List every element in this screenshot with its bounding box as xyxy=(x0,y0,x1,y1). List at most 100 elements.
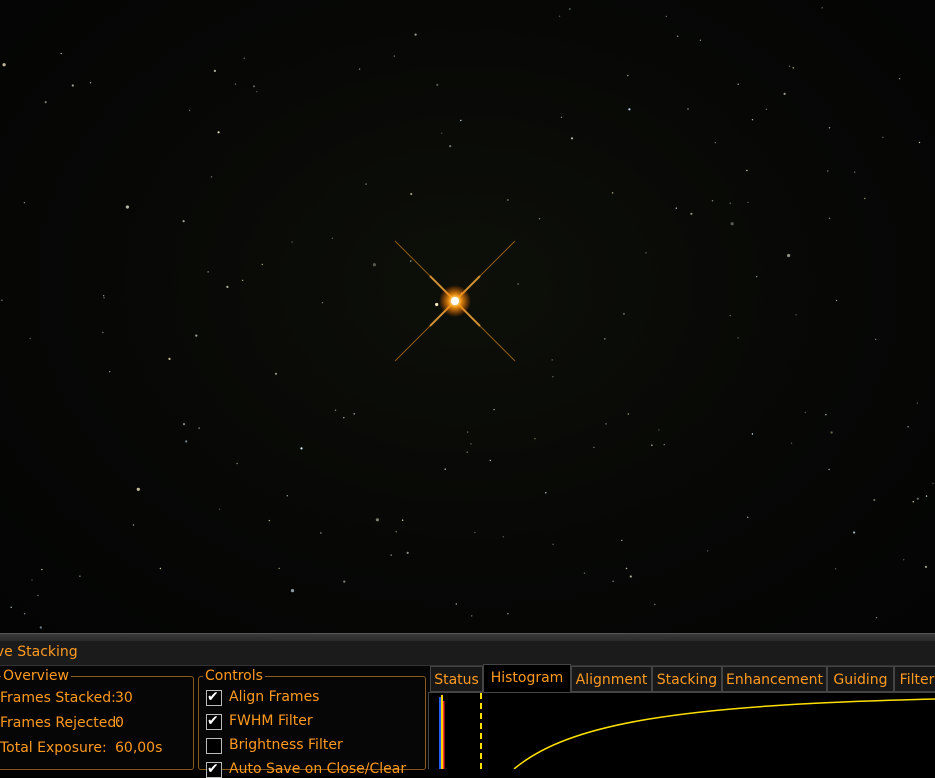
background-star xyxy=(218,508,221,510)
background-star xyxy=(410,192,413,196)
checkmark-icon: ✔ xyxy=(207,689,219,705)
background-star xyxy=(654,603,656,606)
background-star xyxy=(410,260,412,262)
total-exposure-value: 60,00s xyxy=(115,740,163,756)
background-star xyxy=(467,431,469,433)
background-star xyxy=(256,91,258,93)
tab-status[interactable]: Status xyxy=(430,666,483,692)
background-star xyxy=(593,446,595,449)
background-star xyxy=(406,551,409,555)
background-star xyxy=(243,57,245,59)
background-star xyxy=(207,271,209,273)
background-star xyxy=(213,69,216,72)
background-star xyxy=(390,554,392,556)
background-star xyxy=(502,536,504,538)
background-star xyxy=(821,7,823,9)
background-star xyxy=(132,524,135,526)
background-star xyxy=(875,616,878,619)
tab-stacking[interactable]: Stacking xyxy=(652,666,722,692)
background-star xyxy=(466,451,468,453)
background-star xyxy=(830,431,833,434)
background-star xyxy=(687,108,689,110)
background-star xyxy=(79,575,81,577)
background-star xyxy=(729,202,731,204)
fwhm-filter-label: FWHM Filter xyxy=(229,713,313,729)
brightness-filter-checkbox[interactable] xyxy=(206,738,222,754)
background-star xyxy=(358,68,361,70)
tab-alignment[interactable]: Alignment xyxy=(571,666,652,692)
background-star xyxy=(44,101,47,104)
background-star xyxy=(455,603,457,605)
background-star xyxy=(795,314,797,316)
background-star xyxy=(804,411,807,414)
background-star xyxy=(621,539,623,542)
background-star xyxy=(854,171,856,173)
background-star xyxy=(714,142,717,144)
histogram-yellow-peak xyxy=(441,695,443,769)
background-star xyxy=(558,15,561,17)
background-star xyxy=(925,495,928,497)
background-star xyxy=(39,626,42,629)
background-star xyxy=(611,192,614,194)
background-star xyxy=(834,568,837,570)
background-star xyxy=(395,531,397,533)
background-star xyxy=(159,567,162,570)
background-star xyxy=(746,169,748,172)
background-star xyxy=(268,519,271,522)
background-star xyxy=(102,331,104,334)
background-star xyxy=(538,218,541,220)
background-star xyxy=(907,426,909,428)
background-star xyxy=(534,438,536,440)
background-star xyxy=(1,299,3,301)
tab-guiding[interactable]: Guiding xyxy=(827,666,894,692)
background-star xyxy=(622,312,626,315)
background-star xyxy=(651,444,653,446)
background-star xyxy=(787,253,791,258)
background-star xyxy=(605,423,607,425)
brightness-filter-label: Brightness Filter xyxy=(229,737,343,753)
background-star xyxy=(343,580,346,583)
controls-title: Controls xyxy=(203,667,265,685)
background-star xyxy=(627,413,629,415)
background-star xyxy=(517,283,519,285)
background-star xyxy=(182,423,186,426)
background-star xyxy=(109,371,111,373)
background-star xyxy=(460,119,462,122)
background-star xyxy=(507,199,509,201)
background-star xyxy=(372,263,376,267)
fwhm-filter-checkbox[interactable]: ✔ xyxy=(206,713,222,730)
splitter-bar[interactable] xyxy=(0,633,935,641)
background-star xyxy=(274,372,278,375)
tab-filter[interactable]: Filter xyxy=(894,666,935,692)
background-star xyxy=(10,606,12,608)
background-star xyxy=(188,109,191,112)
background-star xyxy=(291,241,293,243)
stretch-curve xyxy=(513,698,935,770)
background-star xyxy=(707,550,709,552)
background-star xyxy=(375,518,379,522)
background-star xyxy=(751,433,754,435)
background-star xyxy=(182,220,185,223)
background-star xyxy=(827,170,829,172)
background-star xyxy=(23,202,26,204)
background-star xyxy=(401,519,404,521)
background-star xyxy=(365,183,367,185)
background-star xyxy=(60,52,62,55)
background-star xyxy=(185,440,188,443)
total-exposure-label: Total Exposure: xyxy=(0,740,107,756)
background-star xyxy=(436,83,439,86)
background-star xyxy=(37,594,39,597)
histogram-view[interactable] xyxy=(428,692,935,770)
histogram-red-peak xyxy=(443,701,445,769)
background-star xyxy=(690,212,693,215)
background-star xyxy=(916,497,919,500)
background-star xyxy=(737,337,739,339)
stacked-image-view[interactable] xyxy=(0,0,935,633)
tab-enhancement[interactable]: Enhancement xyxy=(722,666,827,692)
background-star xyxy=(261,263,263,266)
auto-save-checkbox[interactable]: ✔ xyxy=(206,761,222,778)
background-star xyxy=(290,589,295,593)
background-star xyxy=(583,572,586,574)
align-frames-checkbox[interactable]: ✔ xyxy=(206,689,222,706)
tab-histogram[interactable]: Histogram xyxy=(483,664,571,692)
